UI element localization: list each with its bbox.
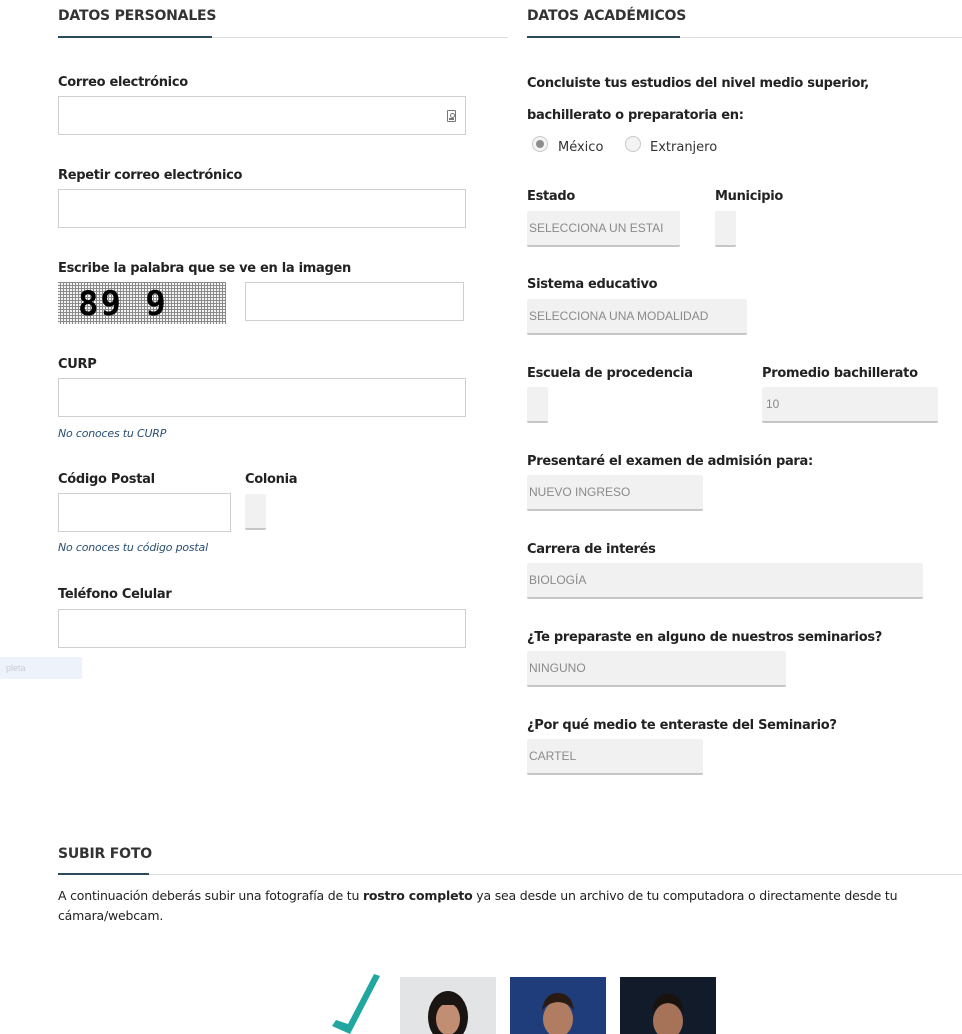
sistema-select[interactable]: SELECCIONA UNA MODALIDAD: [527, 299, 747, 335]
captcha-image: 89 9 E0: [58, 282, 226, 324]
example-photo-woman: [400, 977, 496, 1034]
captcha-input[interactable]: [245, 282, 464, 321]
medio-label: ¿Por qué medio te enteraste del Seminari…: [527, 718, 837, 733]
seminario-select-value: NINGUNO: [529, 661, 586, 675]
repetir-correo-label: Repetir correo electrónico: [58, 168, 243, 183]
municipio-select[interactable]: [715, 211, 736, 247]
checkmark-icon: [332, 974, 380, 1034]
promedio-label: Promedio bachillerato: [762, 366, 918, 381]
datos-personales-title: DATOS PERSONALES: [58, 8, 217, 24]
telefono-input[interactable]: [58, 609, 466, 648]
curp-input[interactable]: [58, 378, 466, 417]
captcha-label: Escribe la palabra que se ve en la image…: [58, 261, 351, 276]
estado-label: Estado: [527, 189, 576, 204]
estado-select[interactable]: SELECCIONA UN ESTAI: [527, 211, 680, 247]
carrera-label: Carrera de interés: [527, 542, 656, 557]
subir-foto-accent: [58, 873, 149, 875]
subir-foto-rule: [58, 874, 962, 875]
colonia-label: Colonia: [245, 472, 298, 487]
codigo-postal-label: Código Postal: [58, 472, 155, 487]
curp-label: CURP: [58, 357, 97, 372]
datos-personales-accent: [58, 36, 212, 38]
medio-select[interactable]: CARTEL: [527, 739, 703, 775]
examen-select-value: NUEVO INGRESO: [529, 485, 631, 499]
estudios-question: Concluiste tus estudios del nivel medio …: [527, 76, 869, 123]
examen-select[interactable]: NUEVO INGRESO: [527, 475, 703, 511]
correo-input[interactable]: [58, 96, 466, 135]
correo-label: Correo electrónico: [58, 75, 188, 90]
estado-select-value: SELECCIONA UN ESTAI: [529, 221, 664, 235]
codigo-postal-input[interactable]: [58, 493, 231, 532]
seminario-select[interactable]: NINGUNO: [527, 651, 786, 687]
curp-hint-link[interactable]: No conoces tu CURP: [58, 427, 166, 440]
example-photo-man-1: [510, 977, 606, 1034]
escuela-select[interactable]: [527, 387, 548, 423]
subir-foto-title: SUBIR FOTO: [58, 846, 152, 862]
seminario-label: ¿Te preparaste en alguno de nuestros sem…: [527, 630, 883, 645]
carrera-select-value: BIOLOGÍA: [529, 573, 587, 587]
id-card-icon: [447, 110, 456, 122]
medio-select-value: CARTEL: [529, 749, 577, 763]
subir-foto-instructions: A continuación deberás subir una fotogra…: [58, 888, 898, 923]
promedio-select-value: 10: [766, 397, 780, 411]
municipio-label: Municipio: [715, 189, 784, 204]
examen-label: Presentaré el examen de admisión para:: [527, 454, 813, 469]
promedio-select[interactable]: 10: [762, 387, 938, 423]
repetir-correo-input[interactable]: [58, 189, 466, 228]
radio-mexico-label[interactable]: México: [558, 140, 603, 155]
radio-extranjero[interactable]: [625, 136, 641, 152]
example-photo-man-2: [620, 977, 716, 1034]
captcha-text: 89 9 E0: [78, 284, 168, 324]
sistema-label: Sistema educativo: [527, 277, 658, 292]
sistema-select-value: SELECCIONA UNA MODALIDAD: [529, 309, 709, 323]
colonia-select[interactable]: [245, 494, 266, 530]
escuela-label: Escuela de procedencia: [527, 366, 693, 381]
partial-offscreen-text: pleta: [0, 657, 82, 679]
datos-academicos-accent: [527, 36, 680, 38]
carrera-select[interactable]: BIOLOGÍA: [527, 563, 923, 599]
datos-academicos-title: DATOS ACADÉMICOS: [527, 8, 687, 24]
telefono-label: Teléfono Celular: [58, 587, 172, 602]
radio-extranjero-label[interactable]: Extranjero: [650, 140, 717, 155]
codigo-postal-hint-link[interactable]: No conoces tu código postal: [58, 541, 208, 554]
radio-mexico[interactable]: [532, 136, 548, 152]
